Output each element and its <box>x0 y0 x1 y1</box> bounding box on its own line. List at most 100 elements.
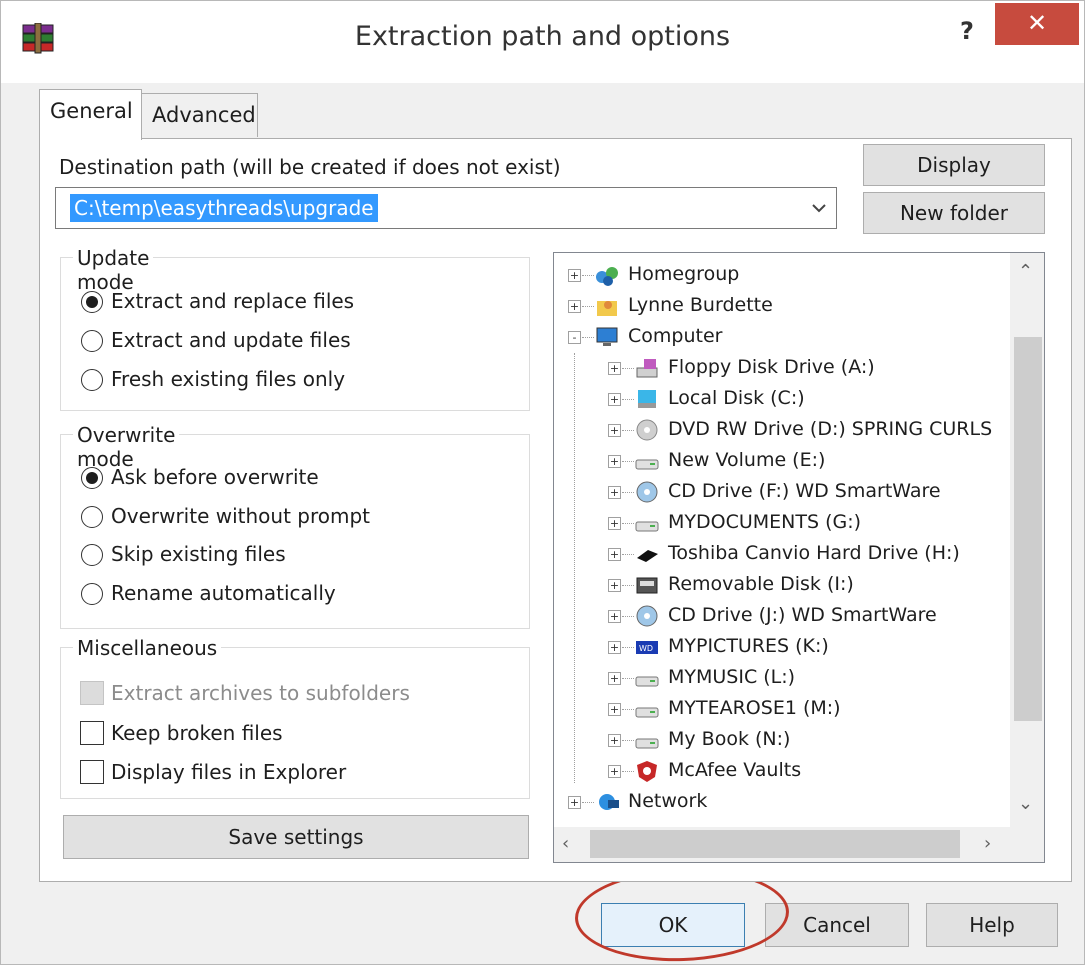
scroll-down-icon[interactable]: ⌄ <box>1018 793 1033 814</box>
option-extract-replace[interactable]: Extract and replace files <box>111 289 354 313</box>
tree-connector <box>622 709 634 710</box>
title-bar: Extraction path and options ? ✕ <box>1 1 1084 83</box>
option-keep-broken[interactable]: Keep broken files <box>111 721 283 745</box>
tree-expander-icon[interactable]: + <box>568 796 581 809</box>
option-fresh-existing[interactable]: Fresh existing files only <box>111 367 345 391</box>
radio-overwrite-without-prompt[interactable] <box>81 506 103 528</box>
option-skip-existing[interactable]: Skip existing files <box>111 542 286 566</box>
tree-expander-icon[interactable]: + <box>608 424 621 437</box>
wd-drive-icon: WD <box>636 641 658 654</box>
scroll-right-icon[interactable]: › <box>984 833 991 854</box>
extraction-dialog: Extraction path and options ? ✕ General … <box>0 0 1085 965</box>
tree-expander-icon[interactable]: - <box>568 331 581 344</box>
tree-expander-icon[interactable]: + <box>608 734 621 747</box>
tree-node-label[interactable]: Computer <box>628 325 722 347</box>
cd-drive-icon <box>636 481 658 503</box>
tree-expander-icon[interactable]: + <box>608 610 621 623</box>
tree-node-label[interactable]: CD Drive (J:) WD SmartWare <box>668 604 937 626</box>
option-extract-subfolders: Extract archives to subfolders <box>111 681 410 705</box>
tree-connector <box>582 306 594 307</box>
checkbox-keep-broken[interactable] <box>80 721 104 745</box>
tree-node-label[interactable]: New Volume (E:) <box>668 449 825 471</box>
tree-node-label[interactable]: Network <box>628 790 707 812</box>
tree-connector <box>582 802 594 803</box>
tree-expander-icon[interactable]: + <box>608 455 621 468</box>
folder-tree[interactable]: + Homegroup + Lynne Burdette - Computer + Flopp… <box>553 252 1045 863</box>
new-folder-button[interactable]: New folder <box>863 192 1045 234</box>
tree-expander-icon[interactable]: + <box>608 517 621 530</box>
computer-icon <box>596 327 618 346</box>
tab-advanced[interactable]: Advanced <box>141 93 258 137</box>
radio-extract-replace[interactable] <box>81 291 103 313</box>
tab-general[interactable]: General <box>39 89 142 140</box>
scroll-left-icon[interactable]: ‹ <box>562 833 569 854</box>
tree-expander-icon[interactable]: + <box>608 765 621 778</box>
local-disk-icon <box>638 390 656 408</box>
tree-connector <box>622 616 634 617</box>
option-rename-automatically[interactable]: Rename automatically <box>111 581 336 605</box>
checkbox-display-explorer[interactable] <box>80 760 104 784</box>
tree-expander-icon[interactable]: + <box>608 486 621 499</box>
close-button[interactable]: ✕ <box>995 3 1079 45</box>
destination-path-combo[interactable]: C:\temp\easythreads\upgrade <box>55 187 837 229</box>
tree-expander-icon[interactable]: + <box>608 579 621 592</box>
horizontal-scrollbar[interactable]: ‹ › <box>554 827 1044 862</box>
mcafee-vault-icon <box>637 761 657 782</box>
option-display-explorer[interactable]: Display files in Explorer <box>111 760 346 784</box>
scroll-up-icon[interactable]: ⌃ <box>1018 261 1033 282</box>
hard-drive-icon <box>635 676 659 687</box>
tree-branch-line <box>574 353 575 783</box>
tree-node-label[interactable]: MYTEAROSE1 (M:) <box>668 697 841 719</box>
horizontal-scroll-thumb[interactable] <box>590 830 960 858</box>
vertical-scroll-thumb[interactable] <box>1014 337 1042 721</box>
option-ask-before[interactable]: Ask before overwrite <box>111 465 319 489</box>
tree-connector <box>622 740 634 741</box>
radio-ask-before[interactable] <box>81 467 103 489</box>
tree-connector <box>622 399 634 400</box>
tree-connector <box>622 492 634 493</box>
tree-expander-icon[interactable]: + <box>568 300 581 313</box>
tree-node-label[interactable]: My Book (N:) <box>668 728 790 750</box>
hard-drive-icon <box>635 707 659 718</box>
hard-drive-icon <box>635 521 659 532</box>
tree-expander-icon[interactable]: + <box>608 641 621 654</box>
tree-node-label[interactable]: DVD RW Drive (D:) SPRING CURLS <box>668 418 992 440</box>
help-button[interactable]: Help <box>926 903 1058 947</box>
radio-extract-update[interactable] <box>81 330 103 352</box>
tree-node-label[interactable]: Lynne Burdette <box>628 294 773 316</box>
tree-expander-icon[interactable]: + <box>608 672 621 685</box>
chevron-down-icon[interactable] <box>808 197 830 219</box>
tree-connector <box>622 430 634 431</box>
tree-node-label[interactable]: Floppy Disk Drive (A:) <box>668 356 875 378</box>
radio-rename-automatically[interactable] <box>81 583 103 605</box>
tree-expander-icon[interactable]: + <box>568 269 581 282</box>
option-overwrite-without-prompt[interactable]: Overwrite without prompt <box>111 504 370 528</box>
tree-node-label[interactable]: MYMUSIC (L:) <box>668 666 795 688</box>
miscellaneous-title: Miscellaneous <box>73 636 222 660</box>
tree-node-label[interactable]: McAfee Vaults <box>668 759 801 781</box>
tree-node-label[interactable]: MYDOCUMENTS (G:) <box>668 511 861 533</box>
tree-expander-icon[interactable]: + <box>608 393 621 406</box>
destination-label: Destination path (will be created if doe… <box>59 155 561 179</box>
option-extract-update[interactable]: Extract and update files <box>111 328 351 352</box>
destination-path-value[interactable]: C:\temp\easythreads\upgrade <box>70 194 378 222</box>
tree-expander-icon[interactable]: + <box>608 703 621 716</box>
vertical-scrollbar[interactable]: ⌃ ⌄ <box>1010 253 1044 827</box>
radio-skip-existing[interactable] <box>81 544 103 566</box>
overwrite-mode-title: Overwrite mode <box>73 423 180 471</box>
tree-node-label[interactable]: Removable Disk (I:) <box>668 573 854 595</box>
tree-connector <box>622 585 634 586</box>
display-button[interactable]: Display <box>863 144 1045 186</box>
tree-node-label[interactable]: Homegroup <box>628 263 739 285</box>
tree-node-label[interactable]: Local Disk (C:) <box>668 387 805 409</box>
tree-node-label[interactable]: MYPICTURES (K:) <box>668 635 829 657</box>
tree-expander-icon[interactable]: + <box>608 362 621 375</box>
help-question-button[interactable]: ? <box>931 11 1003 51</box>
tree-node-label[interactable]: Toshiba Canvio Hard Drive (H:) <box>668 542 960 564</box>
dialog-footer: OK Cancel Help <box>1 883 1084 964</box>
radio-fresh-existing[interactable] <box>81 369 103 391</box>
tree-expander-icon[interactable]: + <box>608 548 621 561</box>
tree-connector <box>622 368 634 369</box>
tree-node-label[interactable]: CD Drive (F:) WD SmartWare <box>668 480 941 502</box>
save-settings-button[interactable]: Save settings <box>63 815 529 859</box>
